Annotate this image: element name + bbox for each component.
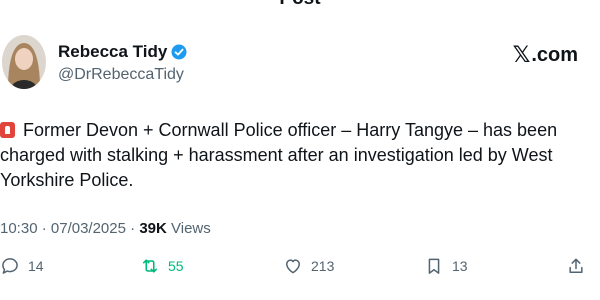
repost-button[interactable]: 55 xyxy=(140,256,184,276)
reply-count: 14 xyxy=(28,258,44,274)
tweet-body: Former Devon + Cornwall Police officer –… xyxy=(0,120,563,190)
avatar[interactable] xyxy=(2,35,46,89)
avatar-image xyxy=(2,35,46,89)
views-count: 39K xyxy=(139,220,167,237)
reply-icon xyxy=(2,258,18,274)
tweet-date[interactable]: 07/03/2025 xyxy=(51,220,126,237)
share-icon xyxy=(569,258,583,273)
rotating-light-icon xyxy=(0,122,15,138)
author-handle[interactable]: @DrRebeccaTidy xyxy=(58,66,184,84)
verified-badge-icon xyxy=(171,44,187,60)
tweet-time[interactable]: 10:30 xyxy=(0,220,38,237)
page-title: Post xyxy=(0,0,600,10)
x-logo-icon: 𝕏 xyxy=(512,42,531,67)
x-com-logo: 𝕏 .com xyxy=(513,42,578,68)
meta-separator-2: · xyxy=(125,220,140,237)
author-name-row[interactable]: Rebecca Tidy xyxy=(58,42,187,62)
repost-icon xyxy=(142,259,158,273)
meta-separator: · xyxy=(37,220,51,237)
reply-button[interactable]: 14 xyxy=(0,256,44,276)
brand-domain: .com xyxy=(531,43,578,66)
author-name[interactable]: Rebecca Tidy xyxy=(58,42,167,62)
bookmark-icon xyxy=(428,258,440,274)
heart-icon xyxy=(286,259,300,274)
bookmark-count: 13 xyxy=(452,258,468,274)
action-bar: 14 55 213 13 xyxy=(0,256,600,282)
like-count: 213 xyxy=(311,258,335,274)
share-button[interactable] xyxy=(566,256,594,276)
tweet-text: Former Devon + Cornwall Police officer –… xyxy=(0,118,592,193)
tweet-meta: 10:30 · 07/03/2025 · 39K Views xyxy=(0,220,211,237)
like-button[interactable]: 213 xyxy=(283,256,334,276)
repost-count: 55 xyxy=(168,258,184,274)
bookmark-button[interactable]: 13 xyxy=(424,256,468,276)
views-label: Views xyxy=(171,220,211,237)
